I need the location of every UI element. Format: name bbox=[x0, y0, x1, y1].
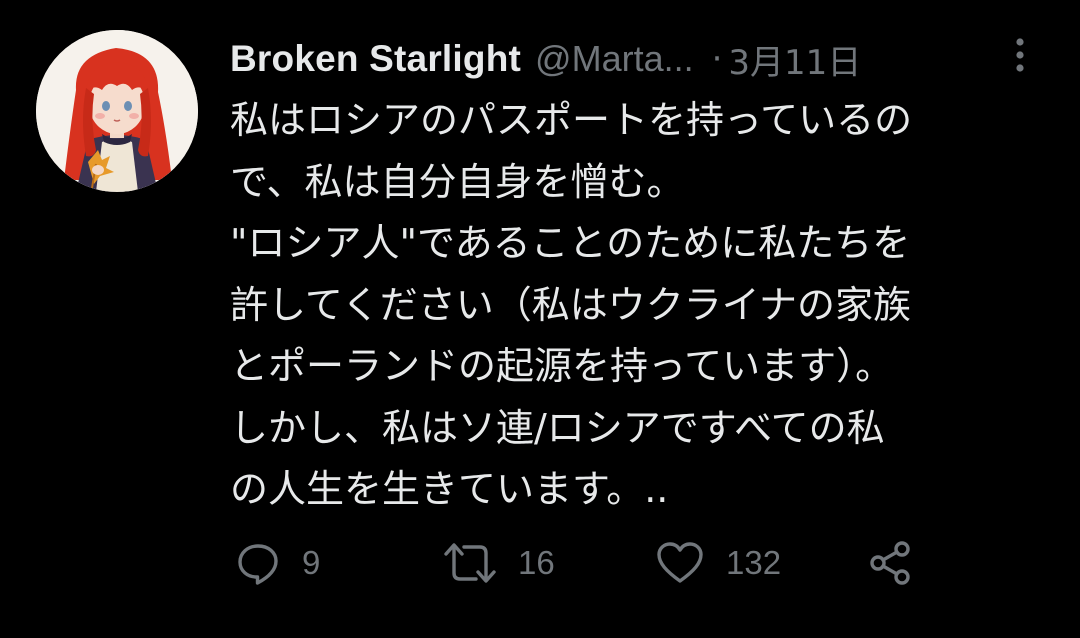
author-handle[interactable]: @Marta... bbox=[535, 38, 694, 80]
share-button[interactable] bbox=[868, 538, 914, 588]
avatar-illustration bbox=[36, 30, 198, 192]
retweet-icon bbox=[444, 543, 496, 583]
tweet-text-line: 許してください（私はウクライナの家族 bbox=[230, 282, 911, 327]
tweet[interactable]: Broken Starlight @Marta... · 3月11日 私はロシア… bbox=[0, 0, 1080, 638]
tweet-text-line: しかし、私はソ連/ロシアですべての私 bbox=[230, 405, 885, 450]
retweet-button[interactable]: 16 bbox=[444, 538, 555, 588]
avatar[interactable] bbox=[36, 30, 198, 192]
tweet-text-line: 私はロシアのパスポートを持っているの bbox=[230, 98, 913, 142]
tweet-text: 私はロシアのパスポートを持っているの で、私は自分自身を憎む。 "ロシア人"であ… bbox=[230, 90, 1050, 521]
reply-button[interactable]: 9 bbox=[236, 538, 320, 588]
reply-count: 9 bbox=[302, 544, 321, 581]
tweet-actions: 9 16 132 bbox=[232, 538, 932, 588]
header-separator: · bbox=[711, 39, 723, 79]
reply-icon bbox=[238, 544, 278, 585]
more-options-button[interactable] bbox=[1008, 36, 1032, 76]
tweet-text-line: "ロシア人"であることのために私たちを bbox=[230, 221, 911, 265]
like-count: 132 bbox=[726, 544, 782, 581]
tweet-date[interactable]: 3月11日 bbox=[728, 35, 861, 84]
author-display-name[interactable]: Broken Starlight bbox=[230, 38, 521, 80]
tweet-text-line: の人生を生きています。.. bbox=[230, 467, 669, 511]
like-icon bbox=[657, 542, 703, 583]
share-icon bbox=[870, 541, 910, 585]
tweet-header: Broken Starlight @Marta... · 3月11日 bbox=[230, 34, 1030, 84]
tweet-text-line: で、私は自分自身を憎む。 bbox=[230, 159, 685, 204]
retweet-count: 16 bbox=[518, 544, 555, 581]
more-vertical-icon bbox=[1016, 38, 1024, 72]
like-button[interactable]: 132 bbox=[656, 538, 781, 588]
tweet-text-line: とポーランドの起源を持っています）。 bbox=[230, 344, 894, 388]
